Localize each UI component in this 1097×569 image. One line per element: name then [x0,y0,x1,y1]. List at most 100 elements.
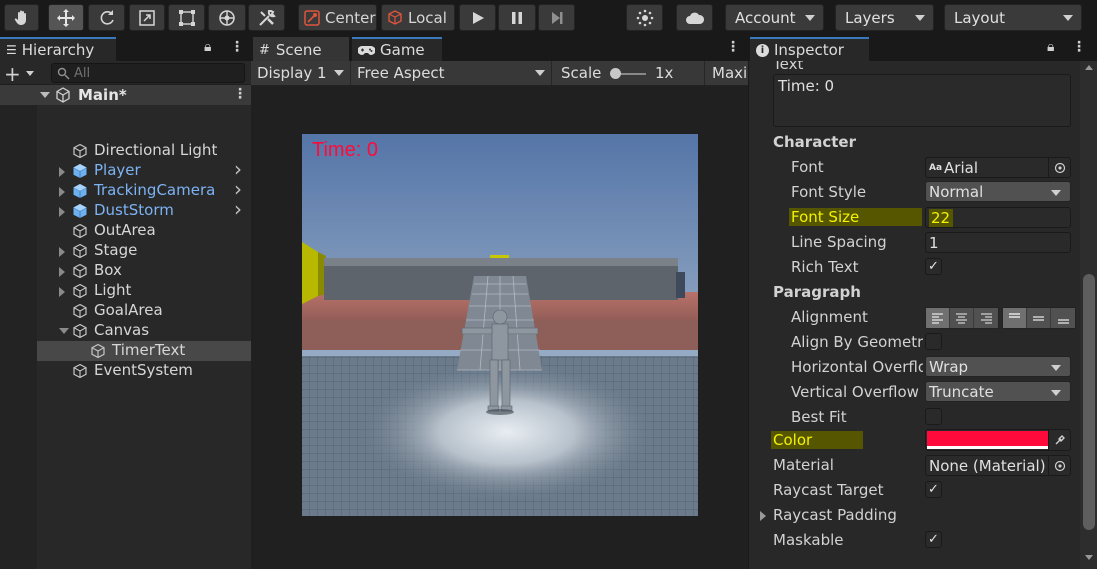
transform-tool-button[interactable] [208,4,246,31]
hierarchy-item-label: Box [94,261,122,279]
tab-scene[interactable]: # Scene [253,37,349,61]
align-right-button[interactable] [974,308,998,328]
align-bottom-icon [1057,318,1069,324]
raycast-padding-label[interactable]: Raycast Padding [773,506,897,524]
object-picker-icon[interactable] [1048,456,1070,475]
game-viewport[interactable]: Time: 0 [302,134,698,516]
hierarchy-item[interactable]: TimerText [0,341,251,361]
scrollbar-thumb[interactable] [1083,274,1095,530]
fold-down-icon[interactable] [40,92,50,98]
best-fit-checkbox[interactable] [925,408,942,425]
pivot-center-button[interactable]: Center [298,4,377,31]
fold-right-icon[interactable] [59,207,65,217]
font-size-field[interactable]: 22 [925,207,1071,228]
font-object-field[interactable]: Aa Arial [925,157,1071,178]
hand-tool-button[interactable] [4,4,39,31]
text-content-field[interactable]: Time: 0 [773,74,1071,127]
account-dropdown[interactable]: Account [725,4,824,31]
align-top-button[interactable] [1003,308,1027,328]
hierarchy-item[interactable]: Directional Light [0,141,251,161]
fold-right-icon[interactable] [59,187,65,197]
maskable-checkbox[interactable]: ✓ [925,531,942,548]
align-middle-button[interactable] [1027,308,1051,328]
maximize-toggle[interactable]: Maxi [704,61,748,85]
layers-dropdown[interactable]: Layers [835,4,934,31]
tab-hierarchy[interactable]: ☰ Hierarchy [0,37,116,61]
hierarchy-item-label: OutArea [94,221,156,239]
align-top-icon [1009,312,1020,318]
fold-right-icon[interactable] [59,287,65,297]
rect-tool-button[interactable] [168,4,205,31]
rect-transform-icon [178,9,195,26]
font-style-dropdown[interactable]: Normal [925,181,1071,202]
pivot-local-button[interactable]: Local [381,4,455,31]
fold-right-icon[interactable] [59,247,65,257]
horizontal-overflow-dropdown[interactable]: Wrap [925,356,1071,377]
tab-inspector[interactable]: i Inspector [750,37,869,61]
display-dropdown[interactable]: Display 1 [251,61,351,85]
scroll-down-icon[interactable] [1085,555,1093,560]
cloud-button[interactable] [676,4,713,31]
timer-text: Time: 0 [312,139,378,161]
services-button[interactable] [626,4,663,31]
hierarchy-item[interactable]: Light [0,281,251,301]
color-field[interactable] [925,429,1071,451]
hierarchy-item[interactable]: GoalArea [0,301,251,321]
step-button[interactable] [538,4,575,31]
font-value: Arial [944,158,979,177]
tab-game[interactable]: Game [352,37,442,61]
layout-dropdown[interactable]: Layout [944,4,1082,31]
eyedropper-icon[interactable] [1048,430,1070,450]
move-tool-button[interactable] [48,4,84,31]
hierarchy-item[interactable]: Box [0,261,251,281]
hierarchy-search-input[interactable]: All [51,63,245,83]
vertical-alignment-group [1002,307,1076,329]
chevron-down-icon[interactable] [26,71,34,76]
chevron-right-icon[interactable]: › [234,197,242,221]
scale-slider-handle[interactable] [610,68,621,79]
play-button[interactable] [459,4,496,31]
color-swatch[interactable] [927,431,1048,446]
kebab-menu-icon[interactable]: ⋮ [726,39,740,55]
align-bottom-button[interactable] [1051,308,1075,328]
material-object-field[interactable]: None (Material) [925,455,1071,476]
hierarchy-item[interactable]: Stage [0,241,251,261]
hierarchy-item[interactable]: DustStorm › [0,197,251,221]
custom-tools-button[interactable] [248,4,285,31]
fold-down-icon[interactable] [59,328,69,334]
aspect-dropdown[interactable]: Free Aspect [351,61,552,85]
game-scene-render [302,134,698,516]
pause-button[interactable] [498,4,536,31]
kebab-menu-icon[interactable]: ⋮ [233,86,247,102]
scene-row-main[interactable]: Main* ⋮ [0,85,251,105]
rich-text-label: Rich Text [791,258,859,276]
hierarchy-item[interactable]: OutArea [0,221,251,241]
rotate-tool-button[interactable] [88,4,125,31]
checkmark-icon: ✓ [928,259,939,274]
line-spacing-field[interactable]: 1 [925,232,1071,253]
game-view-area[interactable]: Time: 0 [251,86,748,569]
kebab-menu-icon[interactable]: ⋮ [1072,39,1086,55]
lock-icon[interactable]: 🔒︎ [1047,39,1054,55]
hierarchy-item[interactable]: Player › [0,157,251,181]
fold-right-icon[interactable] [59,267,65,277]
fold-right-icon[interactable] [59,167,65,177]
object-picker-icon[interactable] [1048,158,1070,177]
vertical-overflow-dropdown[interactable]: Truncate [925,381,1071,402]
scroll-up-icon[interactable] [1085,65,1093,70]
add-icon[interactable]: + [4,62,21,86]
kebab-menu-icon[interactable]: ⋮ [230,39,244,55]
align-left-button[interactable] [926,308,950,328]
hierarchy-item[interactable]: EventSystem [0,361,251,381]
hierarchy-item[interactable]: TrackingCamera › [0,177,251,201]
align-by-geometry-checkbox[interactable] [925,333,942,350]
align-center-button[interactable] [950,308,974,328]
foldout-right-icon[interactable] [760,511,766,521]
hierarchy-item[interactable]: Canvas [0,321,251,341]
move-arrows-icon [57,8,75,27]
lock-icon[interactable]: 🔒︎ [204,39,211,55]
inspector-scrollbar[interactable] [1080,61,1097,569]
scale-tool-button[interactable] [129,4,165,31]
raycast-target-checkbox[interactable]: ✓ [925,481,942,498]
rich-text-checkbox[interactable]: ✓ [925,258,942,275]
